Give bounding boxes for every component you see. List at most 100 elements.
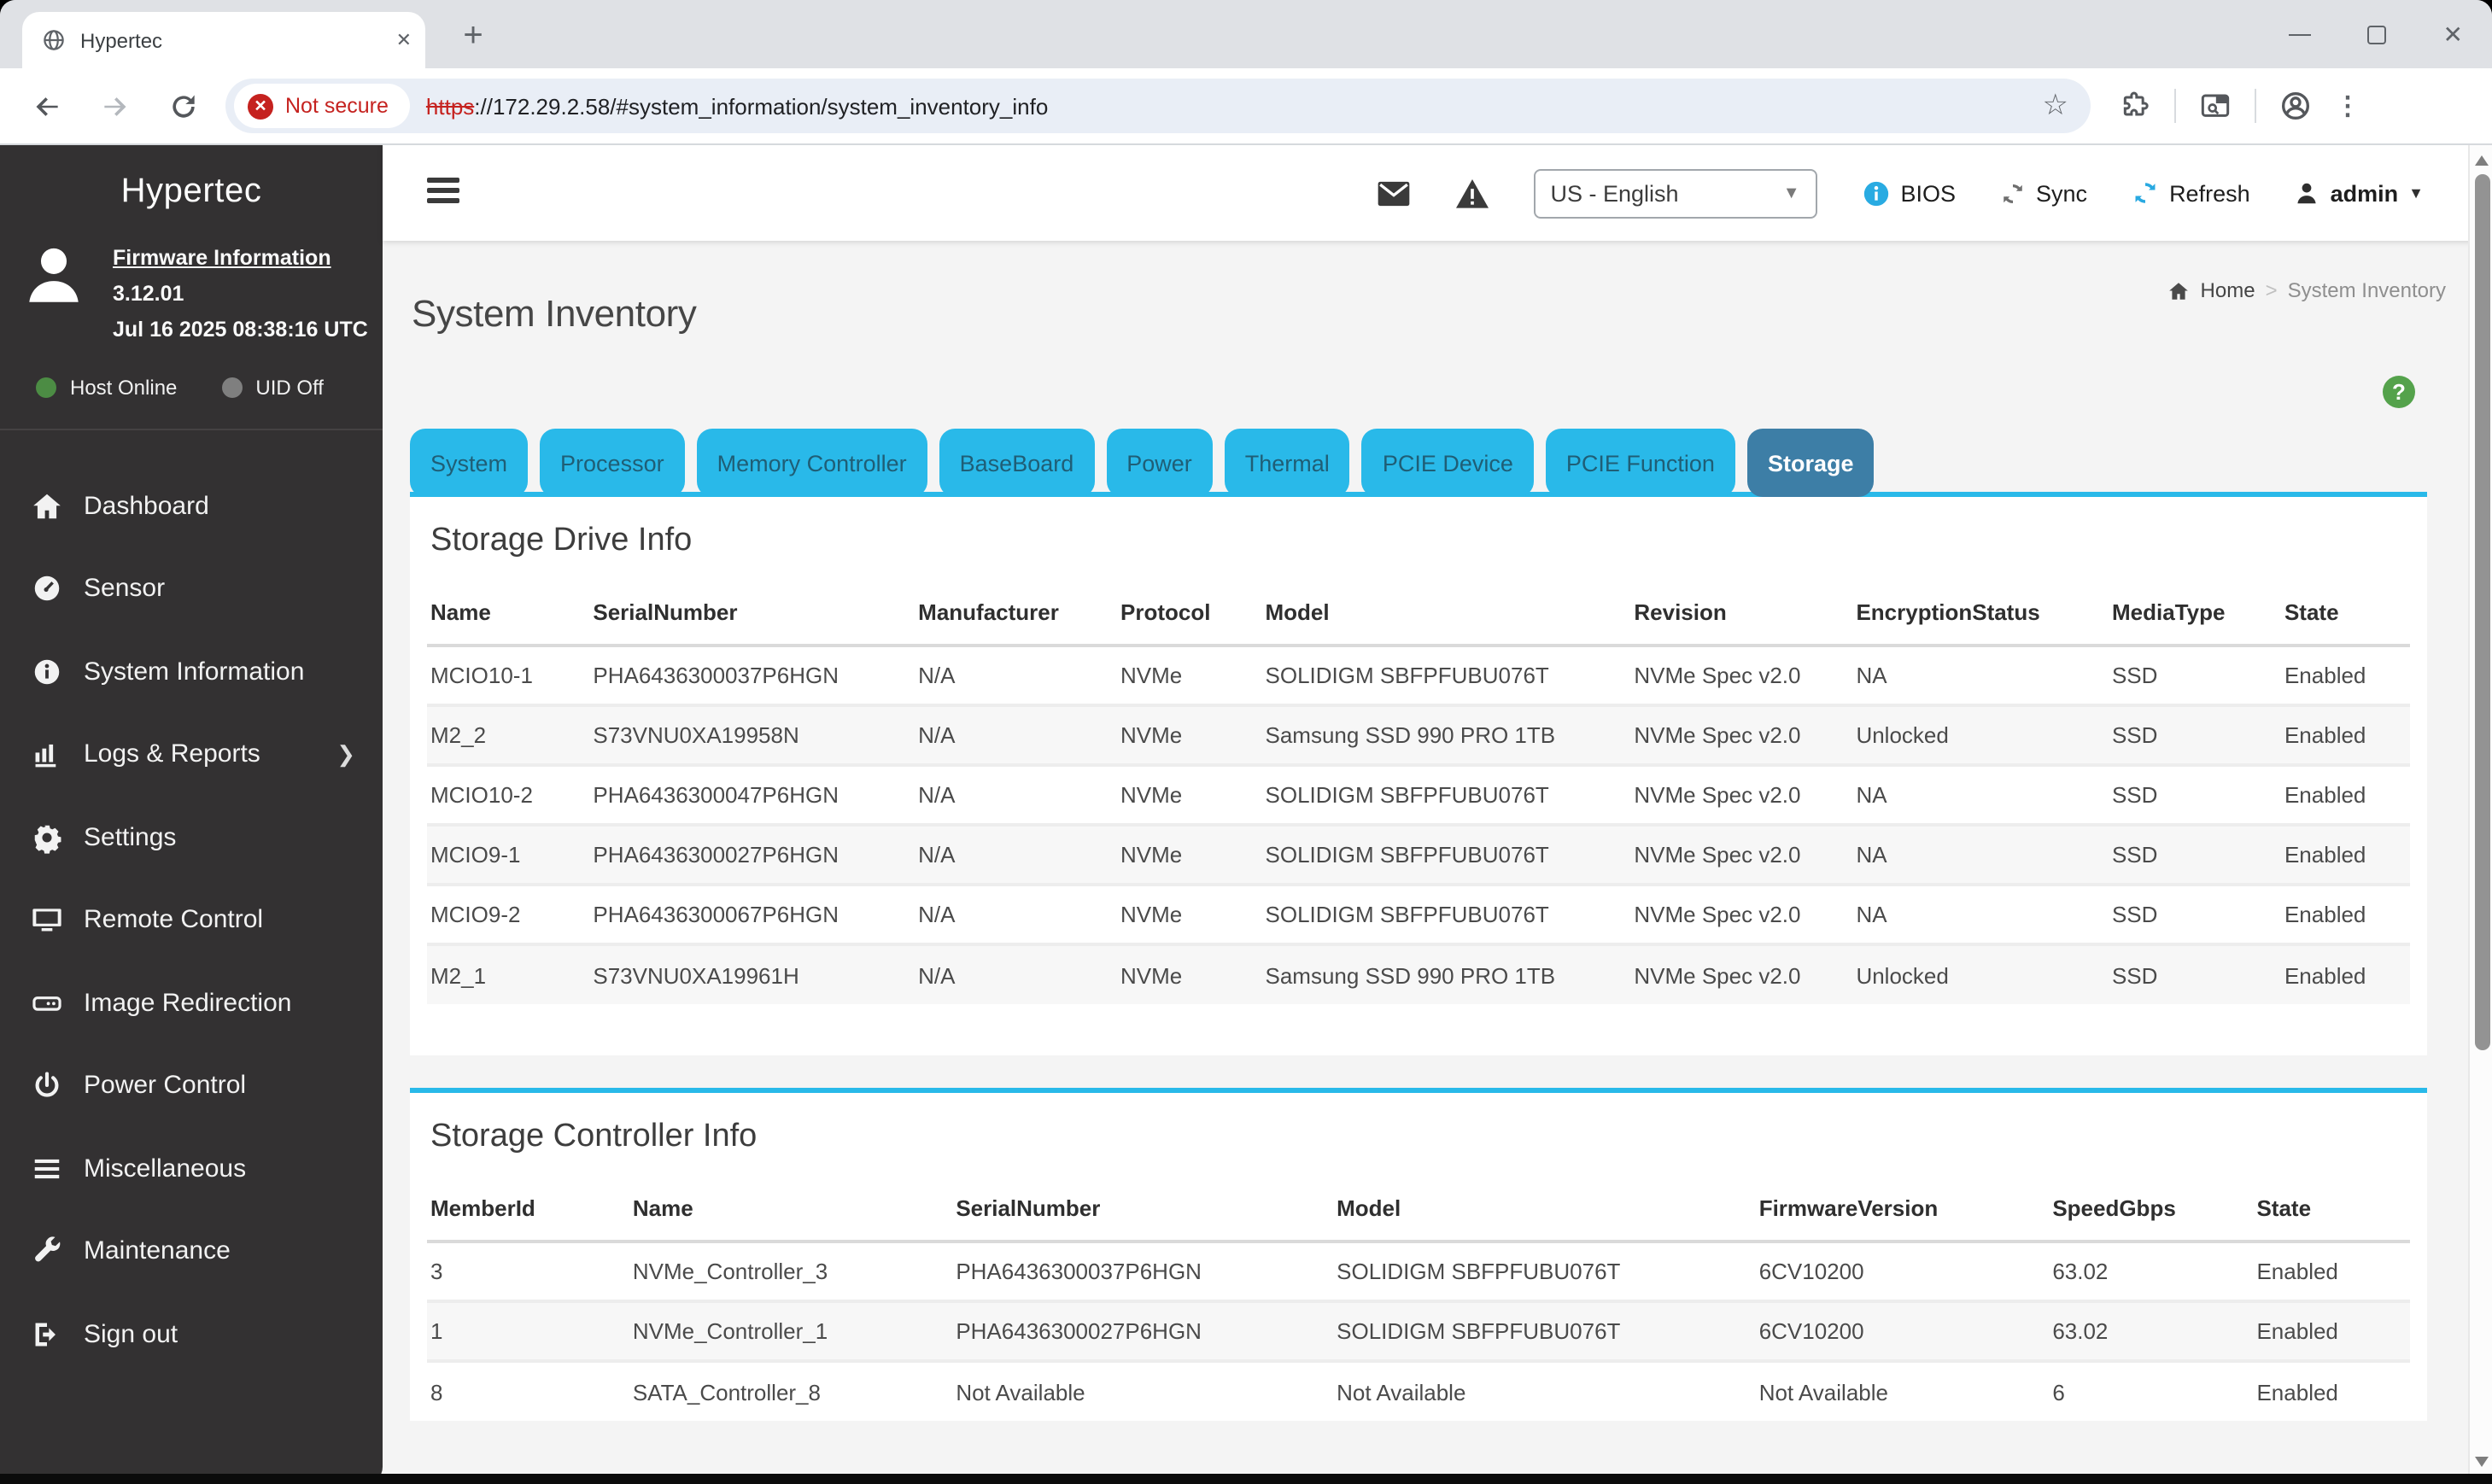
- table-cell: S73VNU0XA19958N: [593, 722, 799, 748]
- power-icon: [31, 1070, 63, 1102]
- bookmark-star-icon[interactable]: ☆: [2043, 89, 2078, 123]
- table-cell: SSD: [2111, 782, 2158, 808]
- reload-icon[interactable]: [157, 80, 208, 131]
- table-cell: NVMe: [1120, 722, 1183, 748]
- table-cell: SOLIDIGM SBFPFUBU076T: [1265, 782, 1549, 808]
- table-cell: S73VNU0XA19961H: [593, 962, 799, 988]
- page-content: Home > System Inventory System Inventory…: [383, 241, 2492, 1484]
- sidebar-item-system-information[interactable]: System Information: [0, 630, 383, 713]
- sidebar-item-sensor[interactable]: Sensor: [0, 547, 383, 630]
- back-icon[interactable]: [20, 80, 72, 131]
- hamburger-menu-icon[interactable]: [427, 178, 459, 208]
- scroll-up-icon[interactable]: [2475, 155, 2489, 166]
- sidebar-item-maintenance[interactable]: Maintenance: [0, 1210, 383, 1293]
- storage-controller-info-panel: Storage Controller Info MemberId Name Seri…: [410, 1088, 2427, 1421]
- refresh-button[interactable]: Refresh: [2132, 179, 2250, 207]
- tab-power[interactable]: Power: [1106, 429, 1213, 497]
- column-header: MemberId: [427, 1178, 629, 1243]
- table-row: M2_2 S73VNU0XA19958N N/A NVMe Samsung SSD 99…: [427, 705, 2410, 765]
- table-cell: PHA6436300067P6HGN: [593, 902, 839, 927]
- sidebar-item-sign-out[interactable]: Sign out: [0, 1293, 383, 1376]
- tab-system[interactable]: System: [410, 429, 529, 497]
- table-cell: Enabled: [2256, 1259, 2338, 1284]
- table-cell: NVMe_Controller_3: [632, 1259, 828, 1284]
- extensions-icon[interactable]: [2118, 89, 2152, 123]
- window-maximize-icon[interactable]: [2367, 25, 2387, 44]
- column-header: Protocol: [1117, 582, 1262, 647]
- sidebar-item-label: Maintenance: [84, 1236, 231, 1266]
- tab-pcie-device[interactable]: PCIE Device: [1361, 429, 1534, 497]
- help-icon[interactable]: ?: [2383, 376, 2415, 408]
- table-cell: SSD: [2111, 962, 2158, 988]
- sidebar-item-logs-reports[interactable]: Logs & Reports ❯: [0, 713, 383, 796]
- chevron-down-icon: ▼: [1782, 184, 1800, 202]
- table-cell: SOLIDIGM SBFPFUBU076T: [1337, 1259, 1621, 1284]
- browser-tab[interactable]: Hypertec ✕: [22, 12, 425, 68]
- user-menu[interactable]: admin ▼: [2295, 180, 2424, 206]
- scrollbar-thumb[interactable]: [2474, 174, 2489, 1050]
- gauge-icon: [31, 573, 63, 605]
- forward-icon[interactable]: [89, 80, 140, 131]
- tab-close-icon[interactable]: ✕: [396, 29, 412, 51]
- profile-icon[interactable]: [2278, 89, 2313, 123]
- uid-off-dot: [221, 377, 243, 398]
- table-cell: SOLIDIGM SBFPFUBU076T: [1265, 663, 1549, 688]
- table-cell: NVMe: [1120, 842, 1183, 868]
- tab-processor[interactable]: Processor: [540, 429, 685, 497]
- url-bar[interactable]: ✕ Not secure https://172.29.2.58/#system…: [225, 79, 2091, 133]
- tab-storage[interactable]: Storage: [1746, 429, 1875, 497]
- tab-pcie-function[interactable]: PCIE Function: [1545, 429, 1735, 497]
- sidebar-item-remote-control[interactable]: Remote Control: [0, 879, 383, 961]
- scrollbar[interactable]: [2468, 145, 2492, 1484]
- table-cell: MCIO10-1: [430, 663, 533, 688]
- language-select[interactable]: US - English ▼: [1533, 168, 1817, 218]
- new-tab-button[interactable]: +: [451, 14, 495, 58]
- column-header: SerialNumber: [589, 582, 915, 647]
- side-panel-search-icon[interactable]: [2198, 89, 2232, 123]
- storage-drive-table: Name SerialNumber Manufacturer Protocol Mode…: [427, 582, 2410, 1004]
- sidebar-item-power-control[interactable]: Power Control: [0, 1044, 383, 1127]
- browser-menu-icon[interactable]: ⋮: [2335, 91, 2360, 121]
- sidebar-item-label: Power Control: [84, 1071, 247, 1101]
- window-minimize-icon[interactable]: [2289, 33, 2312, 35]
- sidebar-item-label: Miscellaneous: [84, 1154, 247, 1183]
- tab-memory-controller[interactable]: Memory Controller: [696, 429, 927, 497]
- table-cell: NVMe: [1120, 663, 1183, 688]
- column-header: Model: [1333, 1178, 1756, 1243]
- sync-icon: [2004, 183, 2022, 203]
- table-cell: Samsung SSD 990 PRO 1TB: [1265, 962, 1556, 988]
- mail-icon[interactable]: [1377, 178, 1411, 207]
- table-cell: N/A: [918, 902, 956, 927]
- table-cell: NA: [1856, 663, 1887, 688]
- window-close-icon[interactable]: ✕: [2443, 22, 2463, 46]
- table-row: MCIO9-2 PHA6436300067P6HGN N/A NVMe SOLIDIGM…: [427, 885, 2410, 944]
- screen: Hypertec ✕ + ✕ ✕ Not secure https://172.…: [0, 0, 2492, 1484]
- sidebar-item-image-redirection[interactable]: Image Redirection: [0, 961, 383, 1044]
- refresh-icon: [2135, 183, 2156, 203]
- table-cell: 63.02: [2052, 1259, 2109, 1284]
- sync-button[interactable]: Sync: [2000, 180, 2087, 206]
- table-cell: SSD: [2111, 842, 2158, 868]
- firmware-information-link[interactable]: Firmware Information: [113, 241, 368, 277]
- breadcrumb: Home > System Inventory: [2168, 278, 2446, 302]
- browser-titlebar: Hypertec ✕ + ✕: [0, 0, 2492, 68]
- table-cell: 6: [2052, 1379, 2065, 1405]
- table-cell: Not Available: [1758, 1379, 1888, 1405]
- tab-baseboard[interactable]: BaseBoard: [939, 429, 1095, 497]
- bios-button[interactable]: BIOS: [1862, 178, 1956, 207]
- sidebar-item-settings[interactable]: Settings: [0, 796, 383, 879]
- column-header: Revision: [1630, 582, 1853, 647]
- sidebar-item-miscellaneous[interactable]: Miscellaneous: [0, 1127, 383, 1210]
- storage-controller-table: MemberId Name SerialNumber Model FirmwareVer…: [427, 1178, 2410, 1421]
- column-header: Name: [629, 1178, 953, 1243]
- table-cell: NVMe Spec v2.0: [1634, 962, 1801, 988]
- table-cell: Enabled: [2284, 902, 2366, 927]
- table-cell: 3: [430, 1259, 443, 1284]
- breadcrumb-home-link[interactable]: Home: [2201, 278, 2255, 302]
- warning-icon[interactable]: [1455, 177, 1489, 209]
- not-secure-badge[interactable]: ✕ Not secure: [234, 84, 411, 128]
- scroll-down-icon[interactable]: [2475, 1457, 2489, 1467]
- tab-thermal[interactable]: Thermal: [1224, 429, 1350, 497]
- sidebar-item-dashboard[interactable]: Dashboard: [0, 464, 383, 547]
- table-cell: Enabled: [2256, 1318, 2338, 1344]
